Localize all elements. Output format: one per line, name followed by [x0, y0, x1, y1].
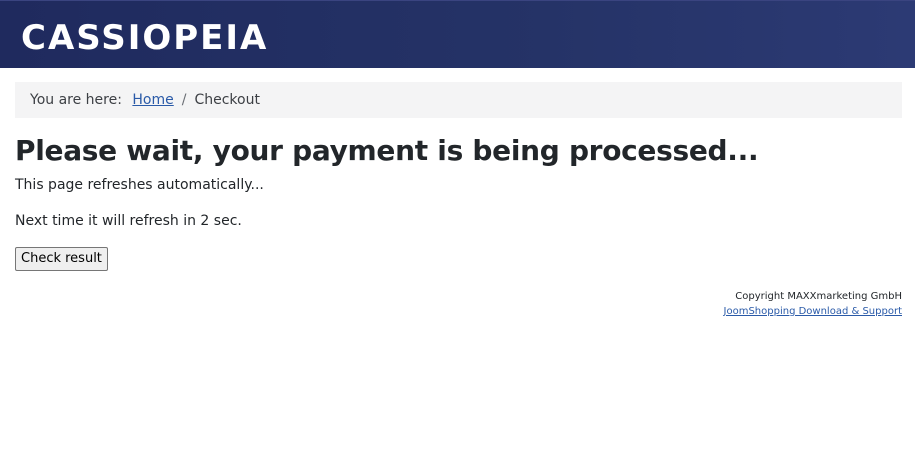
check-result-button[interactable]: Check result [15, 247, 108, 271]
footer-copyright: Copyright MAXXmarketing GmbH [735, 291, 902, 302]
site-header: CASSIOPEIA [0, 0, 915, 68]
breadcrumb-separator: / [181, 92, 187, 108]
breadcrumb-current: Checkout [194, 92, 260, 108]
brand-logo[interactable]: CASSIOPEIA [21, 15, 268, 61]
breadcrumb-prefix: You are here: [30, 92, 122, 108]
breadcrumb-home-link[interactable]: Home [132, 92, 173, 108]
footer-support-link[interactable]: JoomShopping Download & Support [724, 305, 902, 318]
auto-refresh-message: This page refreshes automatically... [15, 177, 264, 193]
breadcrumb: You are here: Home / Checkout [15, 82, 902, 118]
page-title: Please wait, your payment is being proce… [15, 134, 759, 167]
refresh-countdown-message: Next time it will refresh in 2 sec. [15, 213, 242, 229]
